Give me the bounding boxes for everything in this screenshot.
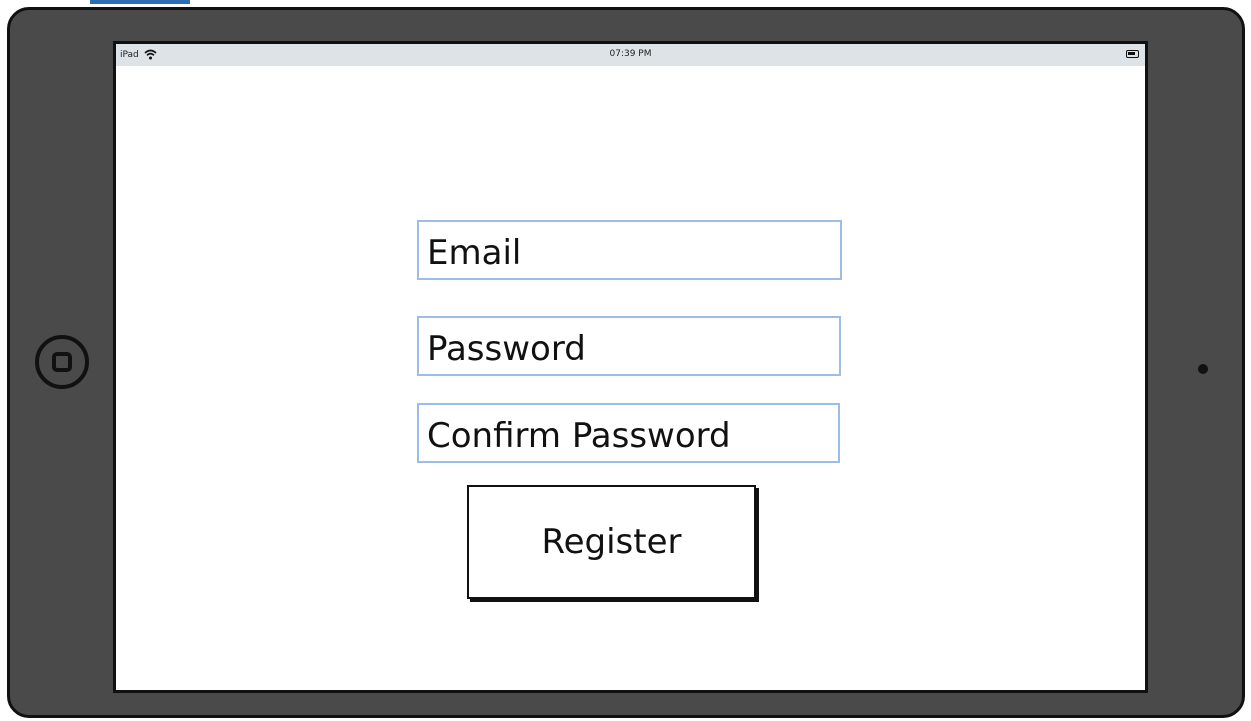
email-input[interactable] <box>417 220 842 280</box>
status-time: 07:39 PM <box>609 49 652 59</box>
device-screen: iPad 07:39 PM Register <box>113 41 1148 693</box>
home-button-icon <box>52 352 72 372</box>
confirm-password-input[interactable] <box>417 403 840 463</box>
status-bar: iPad 07:39 PM <box>116 44 1145 66</box>
top-edge-sliver <box>90 0 190 4</box>
home-button[interactable] <box>35 335 89 389</box>
register-button[interactable]: Register <box>467 485 756 599</box>
password-input[interactable] <box>417 316 841 376</box>
battery-icon <box>1126 50 1139 58</box>
camera-icon <box>1198 364 1208 374</box>
